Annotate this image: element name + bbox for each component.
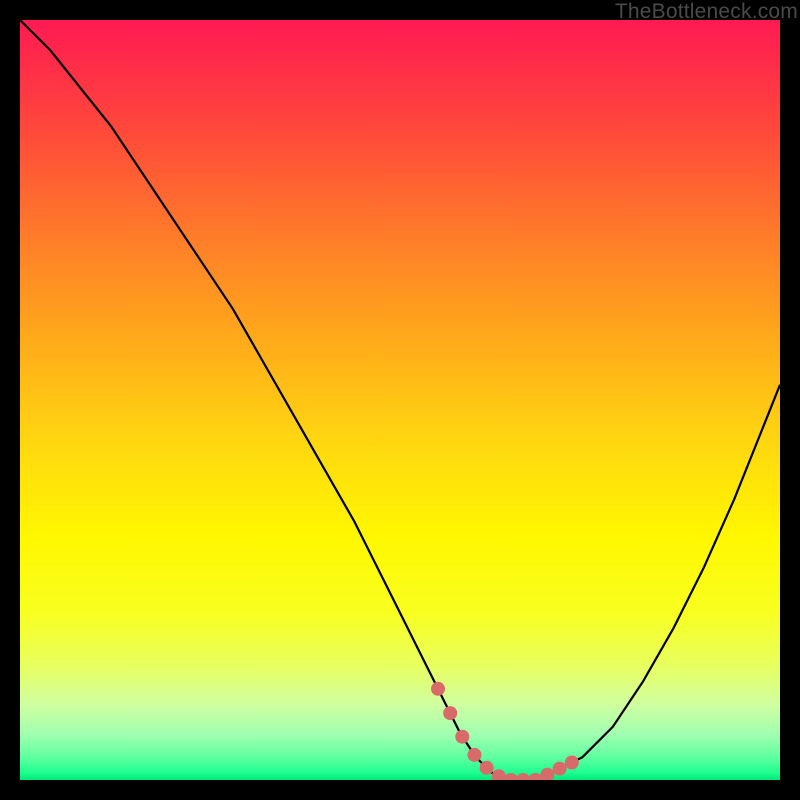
optimum-dot <box>492 769 506 780</box>
optimum-dot <box>516 773 530 780</box>
optimum-dot <box>565 756 579 770</box>
optimum-dot <box>443 706 457 720</box>
optimum-dot <box>431 682 445 696</box>
watermark-text: TheBottleneck.com <box>615 0 798 24</box>
optimum-dot <box>480 761 494 775</box>
curve-svg <box>20 20 780 780</box>
optimum-dot <box>455 730 469 744</box>
optimum-dots-group <box>431 682 579 780</box>
chart-container: TheBottleneck.com <box>0 0 800 800</box>
plot-area <box>20 20 780 780</box>
optimum-dot <box>504 773 518 780</box>
bottleneck-curve-line <box>20 20 780 780</box>
optimum-dot <box>468 748 482 762</box>
optimum-dot <box>553 762 567 776</box>
optimum-dot <box>540 768 554 780</box>
optimum-dot <box>528 773 542 780</box>
